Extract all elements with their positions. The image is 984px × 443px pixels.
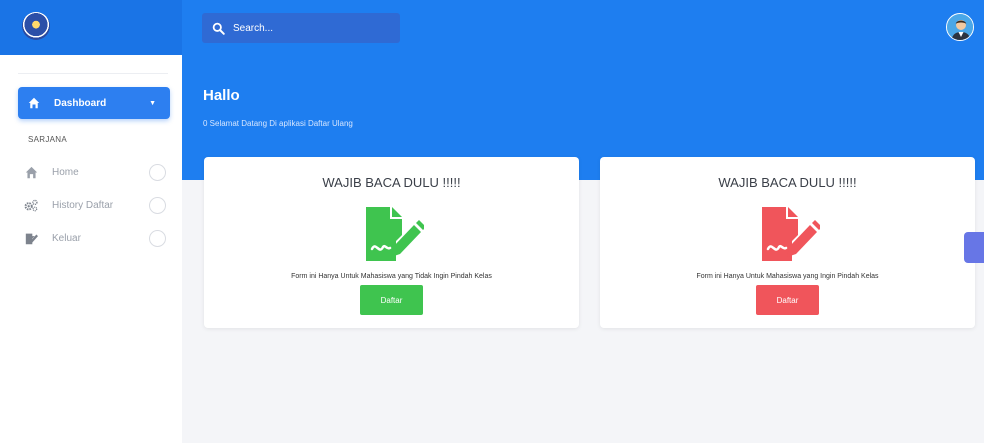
top-navbar — [0, 0, 984, 55]
radio-indicator — [149, 196, 166, 214]
home-icon — [24, 165, 38, 179]
sidebar-item-keluar[interactable]: Keluar — [24, 228, 166, 248]
sidebar-divider — [18, 73, 168, 74]
form-edit-icon — [366, 207, 424, 261]
daftar-button[interactable]: Daftar — [360, 285, 423, 315]
settings-side-tab[interactable] — [964, 232, 984, 263]
search-box[interactable] — [202, 13, 400, 43]
search-input[interactable] — [233, 22, 383, 34]
radio-indicator — [149, 229, 166, 247]
chevron-down-icon: ▼ — [149, 99, 156, 107]
card-description: Form ini Hanya Untuk Mahasiswa yang Ingi… — [696, 273, 879, 280]
sidebar-item-history-daftar[interactable]: History Daftar — [24, 195, 166, 215]
sidebar-item-dashboard[interactable]: Dashboard ▼ — [18, 87, 170, 119]
gears-icon — [24, 198, 38, 212]
sidebar: Dashboard ▼ SARJANA Home History Daftar — [0, 55, 182, 443]
search-icon — [212, 22, 225, 35]
form-edit-icon — [762, 207, 820, 261]
brand-area — [0, 0, 182, 55]
sidebar-item-label: Keluar — [52, 232, 81, 244]
sidebar-item-label: Dashboard — [54, 97, 107, 109]
avatar-icon — [947, 14, 973, 40]
register-card-move-class: WAJIB BACA DULU !!!!! Form ini Hanya Unt… — [600, 157, 975, 328]
university-logo[interactable] — [22, 12, 50, 40]
sidebar-item-home[interactable]: Home — [24, 162, 166, 182]
edit-icon — [24, 231, 38, 245]
sidebar-section-label: SARJANA — [28, 135, 67, 144]
sidebar-item-label: History Daftar — [52, 199, 114, 211]
card-description: Form ini Hanya Untuk Mahasiswa yang Tida… — [291, 273, 492, 280]
card-title: WAJIB BACA DULU !!!!! — [322, 175, 461, 190]
radio-indicator — [149, 163, 166, 181]
home-icon — [28, 97, 40, 109]
user-avatar[interactable] — [946, 13, 974, 41]
welcome-subtitle: 0 Selamat Datang Di aplikasi Daftar Ulan… — [203, 119, 353, 128]
sidebar-item-label: Home — [52, 166, 79, 178]
card-title: WAJIB BACA DULU !!!!! — [718, 175, 857, 190]
register-card-stay-class: WAJIB BACA DULU !!!!! Form ini Hanya Unt… — [204, 157, 579, 328]
page-title: Hallo — [203, 87, 240, 104]
daftar-button[interactable]: Daftar — [756, 285, 819, 315]
